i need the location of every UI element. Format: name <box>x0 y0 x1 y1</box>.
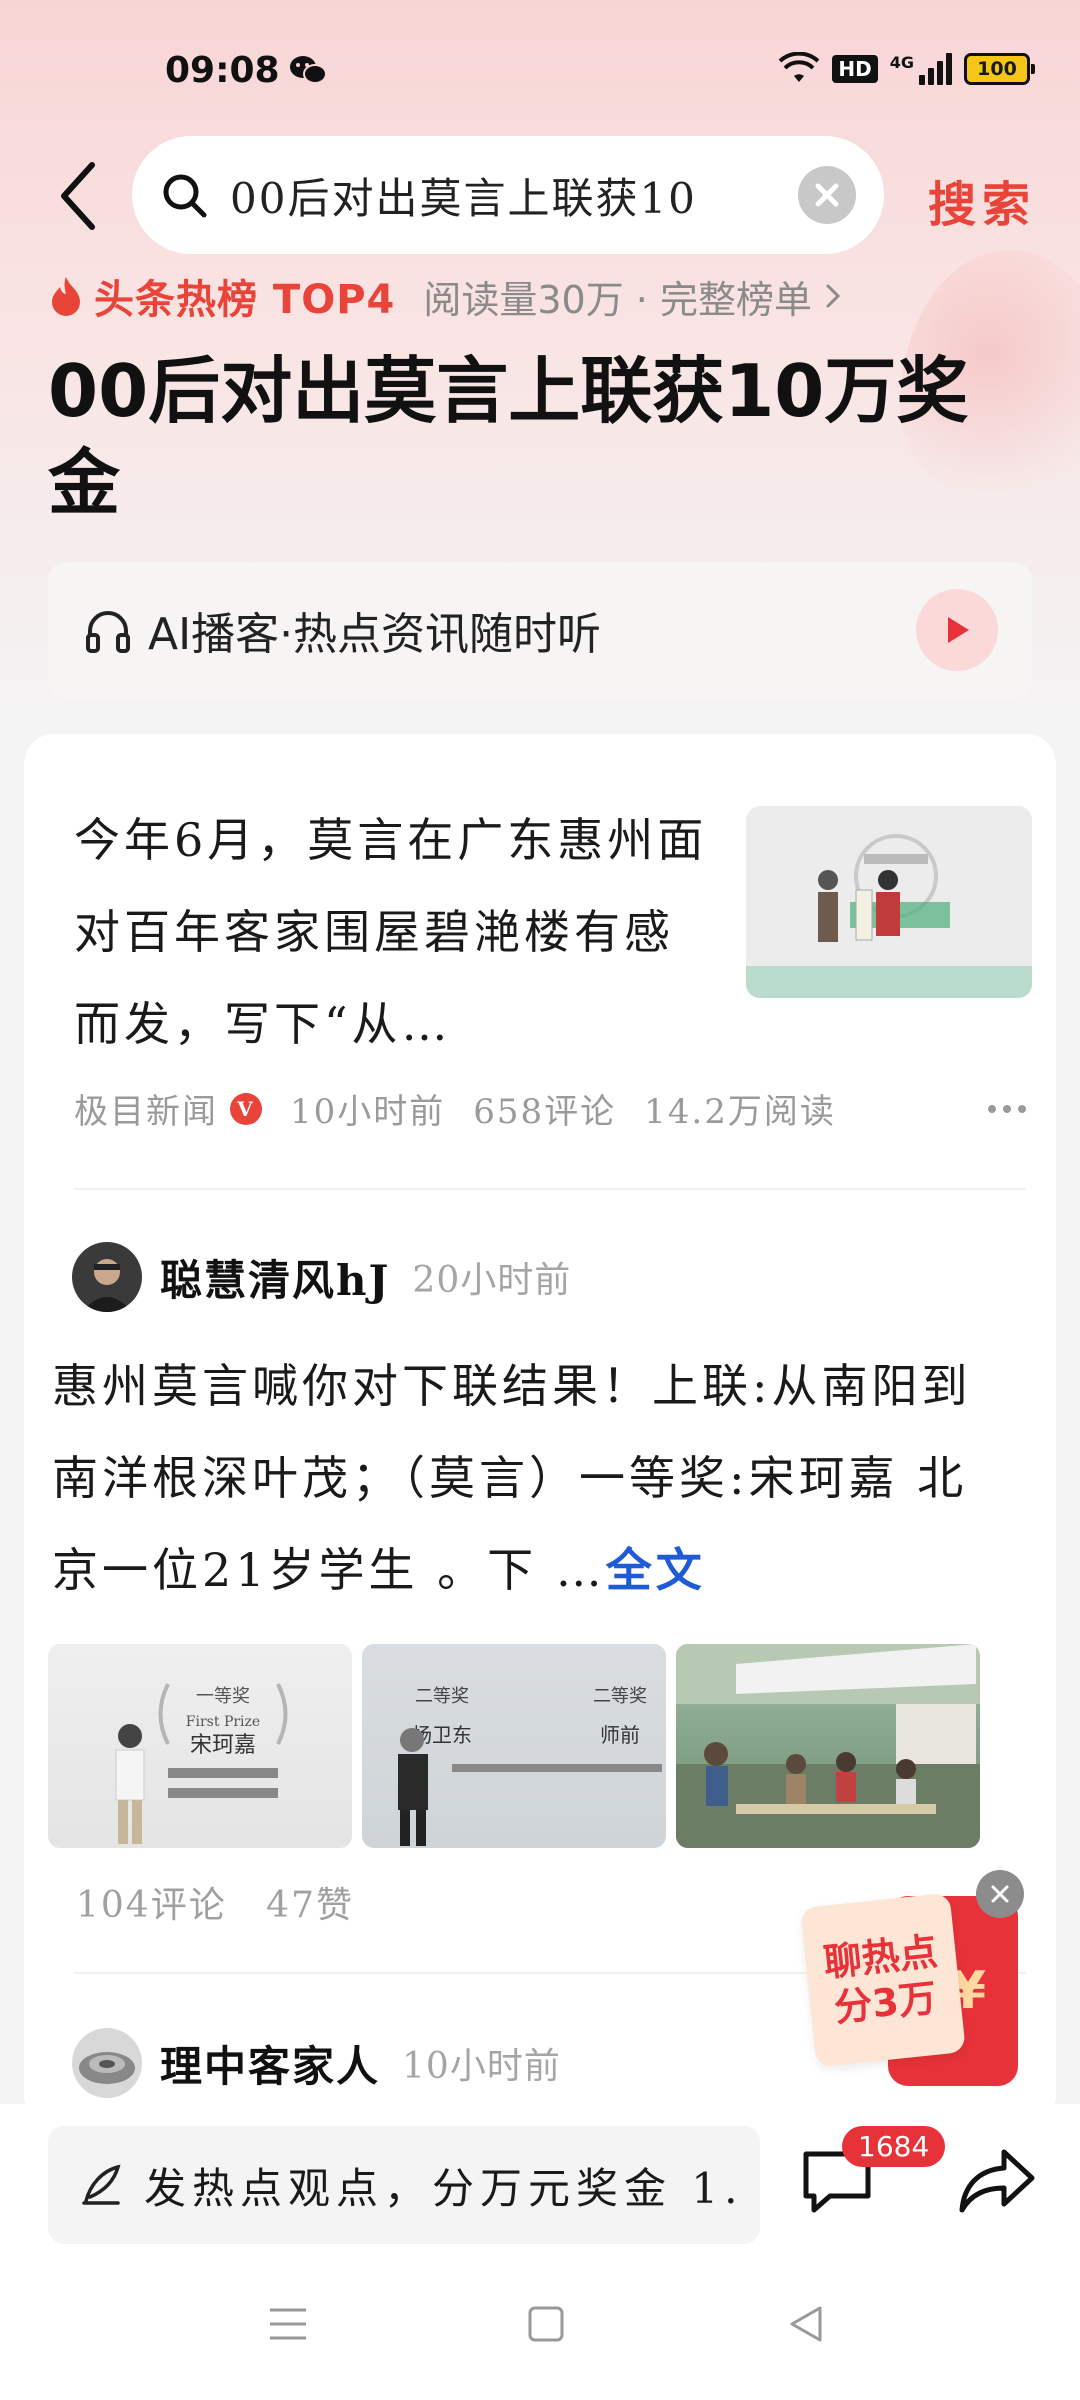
search-icon <box>163 174 207 218</box>
svg-text:师前: 师前 <box>600 1723 640 1747</box>
post-image-3[interactable] <box>676 1644 980 1848</box>
post-stats: 104评论 47赞 <box>76 1876 380 1928</box>
flame-icon <box>52 277 80 316</box>
article-reads: 14.2万阅读 <box>644 1092 836 1132</box>
home-icon <box>528 2306 564 2342</box>
fulltext-link[interactable]: 全文 <box>606 1543 706 1597</box>
bottom-action-bar: 发热点观点，分万元奖金 1. 1684 <box>0 2104 1080 2254</box>
post-time: 20小时前 <box>412 1260 572 1301</box>
promo-text: 聊热点 分3万 <box>821 1929 940 2031</box>
close-icon <box>991 1885 1009 1903</box>
comment-input[interactable]: 发热点观点，分万元奖金 1. <box>48 2126 760 2244</box>
clear-icon <box>815 183 839 207</box>
post-comments[interactable]: 104评论 <box>76 1885 227 1926</box>
avatar[interactable] <box>72 1242 142 1312</box>
post-time: 10小时前 <box>402 2046 561 2087</box>
divider <box>74 1188 1026 1190</box>
verified-badge: V <box>230 1092 262 1125</box>
post-image-1[interactable]: 一等奖 First Prize 宋珂嘉 <box>48 1644 352 1848</box>
search-button[interactable]: 搜索 <box>928 165 1036 235</box>
share-icon[interactable] <box>958 2146 1036 2216</box>
post-likes[interactable]: 47赞 <box>266 1885 354 1926</box>
comment-count-badge: 1684 <box>842 2126 946 2167</box>
post-image-2[interactable]: 二等奖 杨卫东 二等奖 师前 <box>362 1644 666 1848</box>
signal-icon: 4G <box>890 53 952 85</box>
hot-rank-label: 头条热榜 TOP4 <box>94 277 396 323</box>
wifi-icon <box>779 52 820 82</box>
status-time: 09:08 <box>165 50 280 91</box>
back-nav-icon <box>790 2306 822 2342</box>
play-icon <box>948 617 969 643</box>
svg-text:二等奖: 二等奖 <box>415 1686 469 1707</box>
back-nav-button[interactable] <box>766 2284 846 2364</box>
post-author[interactable]: 聪慧清风hJ <box>160 1247 390 1308</box>
battery-icon: 100 <box>964 53 1035 85</box>
post-header: 聪慧清风hJ 20小时前 <box>72 1242 571 1312</box>
system-nav-bar <box>0 2254 1080 2400</box>
menu-button[interactable] <box>248 2284 328 2364</box>
svg-text:一等奖: 一等奖 <box>196 1686 250 1707</box>
podcast-bar[interactable]: AI播客·热点资讯随时听 <box>48 562 1032 698</box>
hot-topic-reward-widget[interactable]: ¥ 聊热点 分3万 <box>800 1870 1028 2090</box>
article-meta: 极目新闻 V 10小时前 658评论 14.2万阅读 <box>74 1084 1026 1133</box>
search-query[interactable]: 00后对出莫言上联获10 <box>230 165 798 226</box>
article-summary[interactable]: 今年6月，莫言在广东惠州面对百年客家围屋碧滟楼有感而发，写下“从… <box>74 794 714 1070</box>
article-source[interactable]: 极目新闻 <box>74 1084 218 1133</box>
svg-text:宋珂嘉: 宋珂嘉 <box>190 1733 256 1758</box>
post-text: 惠州莫言喊你对下联结果！上联:从南阳到南洋根深叶茂；（莫言）一等奖:宋珂嘉 北京… <box>52 1359 972 1597</box>
hd-badge: HD <box>832 55 878 83</box>
avatar[interactable] <box>72 2028 142 2098</box>
post-author[interactable]: 理中客家人 <box>160 2033 380 2094</box>
chevron-right-icon <box>826 284 841 308</box>
play-button[interactable] <box>916 589 998 671</box>
search-input[interactable]: 00后对出莫言上联获10 <box>132 136 884 254</box>
hot-rank-meta: 阅读量30万 · 完整榜单 <box>423 277 812 322</box>
post-header-2: 理中客家人 10小时前 <box>72 2028 561 2098</box>
page-title: 00后对出莫言上联获10万奖金 <box>48 349 969 525</box>
clear-button[interactable] <box>798 166 856 224</box>
post-images: 一等奖 First Prize 宋珂嘉 二等奖 杨卫东 二等奖 师前 <box>48 1644 980 1848</box>
home-button[interactable] <box>506 2284 586 2364</box>
more-icon[interactable] <box>988 1104 1026 1113</box>
post-body[interactable]: 惠州莫言喊你对下联结果！上联:从南阳到南洋根深叶茂；（莫言）一等奖:宋珂嘉 北京… <box>52 1340 1002 1616</box>
promo-card: 聊热点 分3万 <box>800 1892 966 2068</box>
comment-placeholder: 发热点观点，分万元奖金 1. <box>144 2163 744 2213</box>
article-comments: 658评论 <box>473 1092 617 1132</box>
promo-close-button[interactable] <box>976 1870 1024 1918</box>
award-photo <box>746 806 1032 998</box>
pen-icon <box>82 2164 121 2205</box>
menu-icon <box>270 2308 306 2340</box>
back-icon <box>61 162 95 230</box>
headphones-icon <box>86 611 130 653</box>
hot-rank-row[interactable]: 头条热榜 TOP4 阅读量30万 · 完整榜单 <box>48 268 846 324</box>
back-button[interactable] <box>48 160 108 232</box>
article-time: 10小时前 <box>290 1092 446 1132</box>
svg-text:First Prize: First Prize <box>186 1714 260 1730</box>
article-thumbnail[interactable] <box>746 806 1032 998</box>
podcast-label: AI播客·热点资讯随时听 <box>148 609 602 660</box>
status-bar: 09:08 HD 4G 100 <box>0 0 1080 140</box>
svg-text:二等奖: 二等奖 <box>593 1686 647 1707</box>
wechat-icon <box>290 56 327 84</box>
